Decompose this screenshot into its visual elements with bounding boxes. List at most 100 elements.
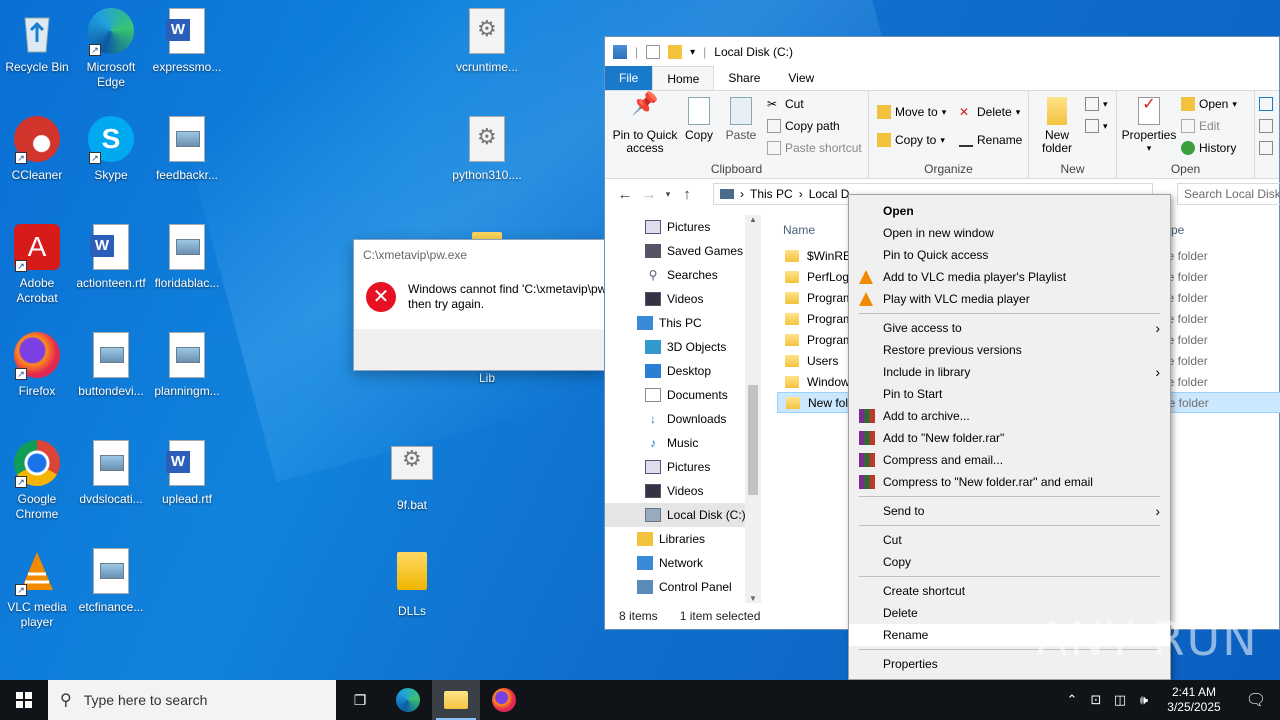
menu-item-open-new-window[interactable]: Open in new window [849, 222, 1170, 244]
network-status-icon[interactable]: ⊡ [1084, 692, 1108, 708]
desktop-icon-planningm[interactable]: planningm... [150, 332, 224, 399]
task-view-button[interactable]: ❐ [336, 680, 384, 720]
quick-access-dropdown-icon[interactable]: ▾ [690, 47, 695, 58]
desktop-icon-python310[interactable]: ⚙ python310.... [450, 116, 524, 183]
nav-item-music[interactable]: ♪ Music [605, 431, 761, 455]
menu-item-pin-quick-access[interactable]: Pin to Quick access [849, 244, 1170, 266]
nav-item-downloads[interactable]: ↓ Downloads [605, 407, 761, 431]
menu-item-send-to[interactable]: Send to › [849, 500, 1170, 522]
taskbar-file-explorer[interactable] [432, 680, 480, 720]
menu-item-compress-email[interactable]: Compress and email... [849, 449, 1170, 471]
taskbar-search-input[interactable]: ⚲ Type here to search [48, 680, 336, 720]
properties-quick-icon[interactable] [646, 45, 661, 59]
nav-item-network[interactable]: Network [605, 551, 761, 575]
column-header-name[interactable]: Name [783, 223, 815, 237]
back-arrow-icon[interactable]: ← [613, 186, 637, 203]
desktop-icon-feedbackr[interactable]: feedbackr... [150, 116, 224, 183]
recent-locations-icon[interactable]: ▾ [661, 189, 675, 200]
menu-item-vlc-play[interactable]: Play with VLC media player [849, 288, 1170, 310]
scroll-down-arrow-icon[interactable]: ▼ [749, 594, 757, 603]
error-dialog[interactable]: C:\xmetavip\pw.exe ✕ Windows cannot find… [353, 239, 606, 371]
tab-file[interactable]: File [605, 66, 653, 90]
properties-button[interactable]: ✓ Properties ▾ [1121, 97, 1177, 155]
scroll-up-arrow-icon[interactable]: ▲ [749, 215, 757, 224]
desktop-icon-vcruntime[interactable]: ⚙ vcruntime... [450, 8, 524, 75]
menu-item-give-access[interactable]: Give access to › [849, 317, 1170, 339]
desktop-icon-etcfinance[interactable]: etcfinance... [74, 548, 148, 615]
clock[interactable]: 2:41 AM 3/25/2025 [1156, 685, 1232, 715]
menu-item-create-shortcut[interactable]: Create shortcut [849, 580, 1170, 602]
context-menu[interactable]: Open Open in new window Pin to Quick acc… [848, 194, 1171, 680]
tab-view[interactable]: View [774, 66, 828, 90]
nav-item-pictures[interactable]: Pictures [605, 215, 761, 239]
nav-item-control-panel[interactable]: Control Panel [605, 575, 761, 599]
tab-share[interactable]: Share [714, 66, 774, 90]
menu-item-restore-versions[interactable]: Restore previous versions [849, 339, 1170, 361]
search-input[interactable]: Search Local Disk (C:) [1177, 183, 1280, 205]
scrollbar-thumb[interactable] [748, 385, 758, 495]
pin-quick-access-button[interactable]: 📌 Pin to Quick access [609, 93, 681, 155]
desktop-icon-firefox[interactable]: ↗ Firefox [0, 332, 74, 399]
nav-item-local-disk[interactable]: Local Disk (C:) [605, 503, 761, 527]
breadcrumb-local-disk[interactable]: Local D [809, 187, 850, 201]
rename-button[interactable]: Rename [959, 133, 1022, 147]
desktop-icon-adobe-acrobat[interactable]: A ↗ Adobe Acrobat [0, 224, 74, 306]
nav-item-searches[interactable]: ⚲ Searches [605, 263, 761, 287]
nav-item-3d-objects[interactable]: 3D Objects [605, 335, 761, 359]
history-button[interactable]: History [1181, 141, 1236, 155]
easy-access-button[interactable]: ▾ [1085, 119, 1108, 133]
copy-to-button[interactable]: Copy to ▾ [877, 133, 945, 147]
menu-item-copy[interactable]: Copy [849, 551, 1170, 573]
desktop-icon-buttondevi[interactable]: buttondevi... [74, 332, 148, 399]
select-none-button[interactable] [1259, 119, 1273, 133]
new-item-button[interactable]: ▾ [1085, 97, 1108, 111]
paste-shortcut-button[interactable]: Paste shortcut [767, 141, 862, 155]
start-button[interactable] [0, 680, 48, 720]
nav-scrollbar[interactable]: ▲ ▼ [745, 215, 761, 603]
menu-item-add-archive[interactable]: Add to archive... [849, 405, 1170, 427]
nav-item-this-pc[interactable]: This PC [605, 311, 761, 335]
desktop-icon-expressmo[interactable]: W expressmo... [150, 8, 224, 75]
volume-icon[interactable]: 🕪 [1132, 692, 1156, 708]
paste-button[interactable]: Paste [723, 97, 759, 142]
desktop-icon-dvdslocati[interactable]: dvdslocati... [74, 440, 148, 507]
taskbar-edge[interactable] [384, 680, 432, 720]
menu-item-compress-rar-email[interactable]: Compress to "New folder.rar" and email [849, 471, 1170, 493]
breadcrumb-this-pc[interactable]: This PC [750, 187, 793, 201]
new-folder-quick-icon[interactable] [668, 45, 683, 59]
desktop-icon-uplead[interactable]: W uplead.rtf [150, 440, 224, 507]
delete-button[interactable]: ✕ Delete ▾ [959, 105, 1020, 119]
menu-item-pin-start[interactable]: Pin to Start [849, 383, 1170, 405]
desktop-icon-edge[interactable]: ↗ Microsoft Edge [74, 8, 148, 90]
nav-item-libraries[interactable]: Libraries [605, 527, 761, 551]
copy-path-button[interactable]: Copy path [767, 119, 840, 133]
nav-item-videos[interactable]: Videos [605, 287, 761, 311]
menu-item-open[interactable]: Open [849, 200, 1170, 222]
edit-button[interactable]: Edit [1181, 119, 1220, 133]
wifi-icon[interactable]: ◫ [1108, 692, 1132, 708]
desktop-icon-skype[interactable]: S ↗ Skype [74, 116, 148, 183]
nav-item-saved-games[interactable]: Saved Games [605, 239, 761, 263]
copy-button[interactable]: Copy [681, 97, 717, 142]
menu-item-cut[interactable]: Cut [849, 529, 1170, 551]
desktop-icon-vlc[interactable]: ↗ VLC media player [0, 548, 74, 630]
chevron-up-icon[interactable]: ⌃ [1060, 692, 1084, 708]
menu-item-include-library[interactable]: Include in library › [849, 361, 1170, 383]
open-button[interactable]: Open ▾ [1181, 97, 1237, 111]
nav-item-pictures-2[interactable]: Pictures [605, 455, 761, 479]
up-arrow-icon[interactable]: ↑ [675, 186, 699, 203]
forward-arrow-icon[interactable]: → [637, 186, 661, 203]
menu-item-vlc-playlist[interactable]: Add to VLC media player's Playlist [849, 266, 1170, 288]
desktop-icon-ccleaner[interactable]: ↗ CCleaner [0, 116, 74, 183]
desktop-icon-9f-bat[interactable]: ⚙ 9f.bat [375, 440, 449, 513]
desktop-icon-recycle-bin[interactable]: Recycle Bin [0, 8, 74, 75]
select-all-button[interactable] [1259, 97, 1273, 111]
menu-item-add-rar[interactable]: Add to "New folder.rar" [849, 427, 1170, 449]
invert-selection-button[interactable] [1259, 141, 1273, 155]
desktop-icon-actionteen[interactable]: W actionteen.rtf [74, 224, 148, 291]
tab-home[interactable]: Home [652, 66, 715, 90]
taskbar-firefox[interactable] [480, 680, 528, 720]
cut-button[interactable]: ✂ Cut [767, 97, 804, 111]
nav-item-desktop[interactable]: Desktop [605, 359, 761, 383]
nav-item-videos-2[interactable]: Videos [605, 479, 761, 503]
